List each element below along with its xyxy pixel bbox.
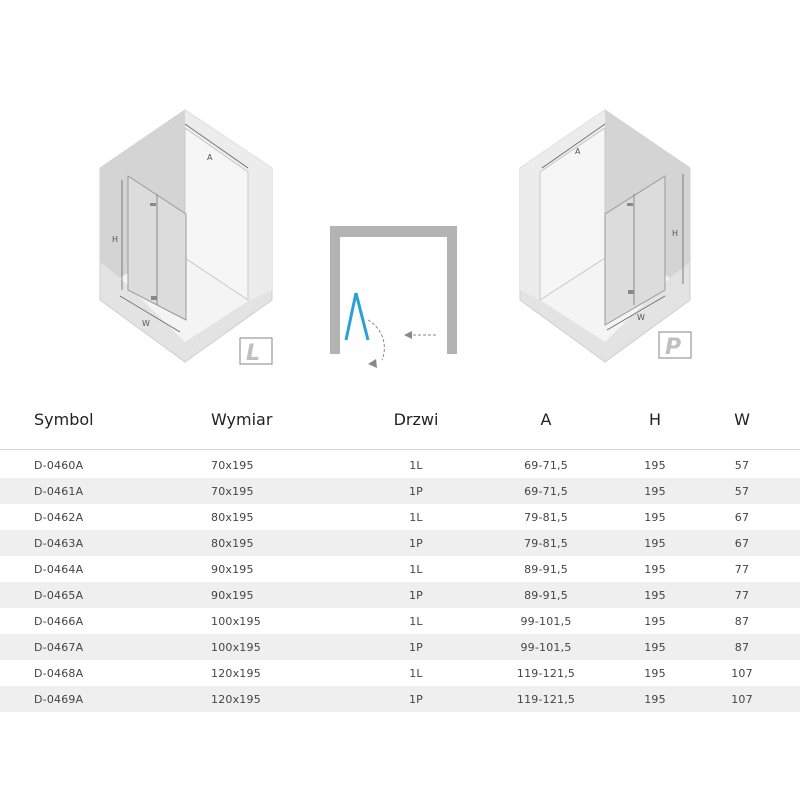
cell-symbol: D-0460A bbox=[34, 459, 84, 472]
cell-wymiar: 70x195 bbox=[211, 485, 254, 498]
cell-symbol: D-0467A bbox=[34, 641, 84, 654]
cell-symbol: D-0463A bbox=[34, 537, 84, 550]
figures-svg: A H W L A H W P bbox=[99, 109, 692, 368]
door-panel-right bbox=[354, 292, 370, 341]
cell-symbol: D-0461A bbox=[34, 485, 84, 498]
cell-symbol: D-0466A bbox=[34, 615, 84, 628]
swing-arc bbox=[367, 319, 385, 361]
cell-wymiar: 70x195 bbox=[211, 459, 254, 472]
table-row: D-0468A 120x195 1L 119-121,5 195 107 bbox=[34, 667, 753, 680]
entry-arrow-head bbox=[404, 331, 412, 339]
table-row: D-0464A 90x195 1L 89-91,5 195 77 bbox=[34, 563, 750, 576]
table-row: D-0461A 70x195 1P 69-71,5 195 57 bbox=[0, 478, 800, 504]
header-symbol: Symbol bbox=[34, 410, 94, 429]
door-schematic bbox=[330, 226, 457, 368]
cell-wymiar: 90x195 bbox=[211, 589, 254, 602]
cell-wymiar: 80x195 bbox=[211, 511, 254, 524]
table-row: D-0465A 90x195 1P 89-91,5 195 77 bbox=[0, 582, 800, 608]
right-cabin-illustration: A H W P bbox=[519, 109, 692, 363]
cell-wymiar: 80x195 bbox=[211, 537, 254, 550]
header-h-text: H bbox=[648, 410, 662, 429]
cell-symbol: D-0468A bbox=[34, 667, 84, 680]
right-dim-h: H bbox=[672, 229, 678, 238]
table-row: D-0462A 80x195 1L 79-81,5 195 67 bbox=[34, 511, 750, 524]
cell-wymiar: 120x195 bbox=[211, 667, 261, 680]
left-cabin-illustration: A H W L bbox=[99, 109, 273, 366]
cell-symbol: D-0469A bbox=[34, 693, 84, 706]
table-row: D-0463A 80x195 1P 79-81,5 195 67 bbox=[0, 530, 800, 556]
table-body: D-0460A 70x195 1L 69-71,5 195 57 D-0461A 70x195… bbox=[0, 452, 800, 712]
door-panel-left bbox=[344, 292, 358, 341]
table-row: D-0460A 70x195 1L 69-71,5 195 57 bbox=[34, 459, 750, 472]
cell-wymiar: 120x195 bbox=[211, 693, 261, 706]
table-row: D-0467A 100x195 1P 99-101,5 195 87 bbox=[0, 634, 800, 660]
left-dim-a: A bbox=[207, 153, 213, 162]
left-badge-letter: L bbox=[246, 341, 260, 366]
cell-symbol: D-0462A bbox=[34, 511, 84, 524]
header-a-text: A bbox=[540, 410, 552, 429]
table-header: Symbol Wymiar Drzwi A H W bbox=[0, 400, 800, 450]
cell-wymiar: 100x195 bbox=[211, 641, 261, 654]
cell-wymiar: 90x195 bbox=[211, 563, 254, 576]
swing-arrow-head bbox=[368, 359, 377, 368]
spec-table: Symbol Wymiar Drzwi A H W D-0460A 70x195 1… bbox=[0, 400, 800, 712]
cell-symbol: D-0464A bbox=[34, 563, 84, 576]
left-dim-h: H bbox=[112, 235, 118, 244]
left-dim-w: W bbox=[142, 319, 150, 328]
cell-symbol: D-0465A bbox=[34, 589, 84, 602]
table-row: D-0466A 100x195 1L 99-101,5 195 87 bbox=[34, 615, 750, 628]
right-badge-letter: P bbox=[665, 335, 681, 360]
cell-wymiar: 100x195 bbox=[211, 615, 261, 628]
table-row: D-0469A 120x195 1P 119-121,5 195 107 bbox=[0, 686, 800, 712]
right-dim-w: W bbox=[637, 313, 645, 322]
header-drzwi-text: Drzwi bbox=[393, 410, 439, 429]
header-w-text: W bbox=[734, 410, 750, 429]
right-dim-a: A bbox=[575, 147, 581, 156]
header-wymiar: Wymiar bbox=[211, 410, 273, 429]
product-figures: A H W L A H W P bbox=[0, 0, 800, 400]
